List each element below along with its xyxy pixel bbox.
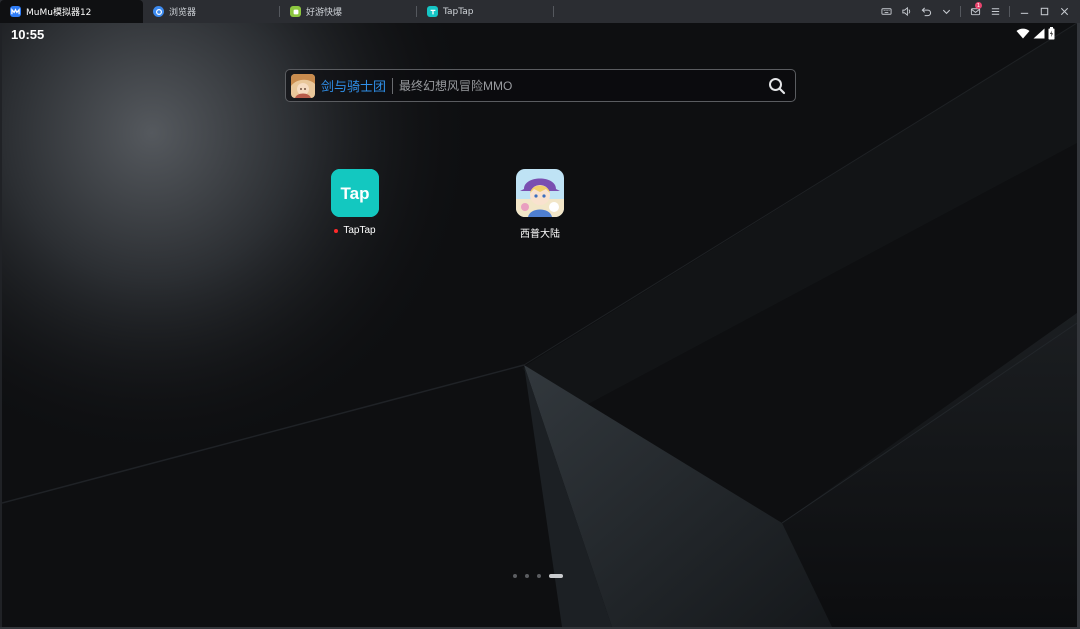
search-hint: 最终幻想风冒险MMO xyxy=(399,79,513,93)
wallpaper xyxy=(2,23,1077,627)
maximize-icon[interactable] xyxy=(1034,0,1054,23)
minimize-icon[interactable] xyxy=(1014,0,1034,23)
search-game-name: 剑与骑士团 xyxy=(321,79,387,94)
window-controls: 1 xyxy=(876,0,1074,23)
controls-separator xyxy=(1009,6,1010,17)
new-badge-dot xyxy=(334,228,339,233)
mail-badge: 1 xyxy=(975,2,982,9)
mumu-icon xyxy=(10,6,21,17)
page-dot[interactable] xyxy=(525,574,529,578)
app-label-row: 西普大陆 xyxy=(495,225,585,240)
status-time: 10:55 xyxy=(11,27,45,42)
signal-icon xyxy=(1033,28,1045,39)
tab-separator xyxy=(553,6,554,17)
tab-haoyou[interactable]: 好游快爆 xyxy=(280,0,417,23)
tab-mumu[interactable]: MuMu模拟器12 xyxy=(0,0,143,23)
title-bar: MuMu模拟器12 浏览器 好游快爆 TapTap 1 xyxy=(0,0,1080,23)
close-icon[interactable] xyxy=(1054,0,1074,23)
app-label: TapTap xyxy=(343,225,376,236)
app-label: 西普大陆 xyxy=(520,229,560,240)
controls-separator xyxy=(960,6,961,17)
app-xipu[interactable]: 西普大陆 xyxy=(495,169,585,240)
xipu-app-icon xyxy=(516,169,564,217)
search-divider xyxy=(392,77,394,94)
back-icon[interactable] xyxy=(916,0,936,23)
wifi-icon xyxy=(1016,28,1030,39)
page-indicator[interactable] xyxy=(513,574,563,578)
volume-icon[interactable] xyxy=(896,0,916,23)
page-dot[interactable] xyxy=(513,574,517,578)
mail-icon[interactable]: 1 xyxy=(965,0,985,23)
search-icon[interactable] xyxy=(768,77,786,95)
menu-icon[interactable] xyxy=(985,0,1005,23)
app-taptap[interactable]: Tap TapTap xyxy=(310,169,400,236)
tab-label: MuMu模拟器12 xyxy=(26,8,92,18)
battery-icon xyxy=(1048,27,1055,40)
emulator-window: MuMu模拟器12 浏览器 好游快爆 TapTap 1 10:55 剑与骑士团 … xyxy=(0,0,1080,629)
android-home-screen[interactable]: 10:55 剑与骑士团 最终幻想风冒险MMO Tap TapTap 西普大陆 xyxy=(2,23,1077,627)
taptap-app-icon: Tap xyxy=(331,169,379,217)
tab-browser[interactable]: 浏览器 xyxy=(143,0,280,23)
haoyou-icon xyxy=(290,6,301,17)
browser-icon xyxy=(153,6,164,17)
page-dot-active[interactable] xyxy=(549,574,563,578)
status-icons xyxy=(1016,27,1055,40)
chevron-down-icon[interactable] xyxy=(936,0,956,23)
game-avatar xyxy=(291,73,315,98)
status-bar: 10:55 xyxy=(2,23,1077,47)
app-label-row: TapTap xyxy=(310,225,400,236)
page-dot[interactable] xyxy=(537,574,541,578)
tab-label: TapTap xyxy=(443,6,474,17)
svg-text:Tap: Tap xyxy=(341,184,370,203)
tab-label: 好游快爆 xyxy=(306,8,343,18)
game-search-bar[interactable]: 剑与骑士团 最终幻想风冒险MMO xyxy=(285,69,796,102)
tab-taptap[interactable]: TapTap xyxy=(417,0,554,23)
taptap-icon xyxy=(427,6,438,17)
keyboard-icon[interactable] xyxy=(876,0,896,23)
tab-label: 浏览器 xyxy=(169,8,197,18)
